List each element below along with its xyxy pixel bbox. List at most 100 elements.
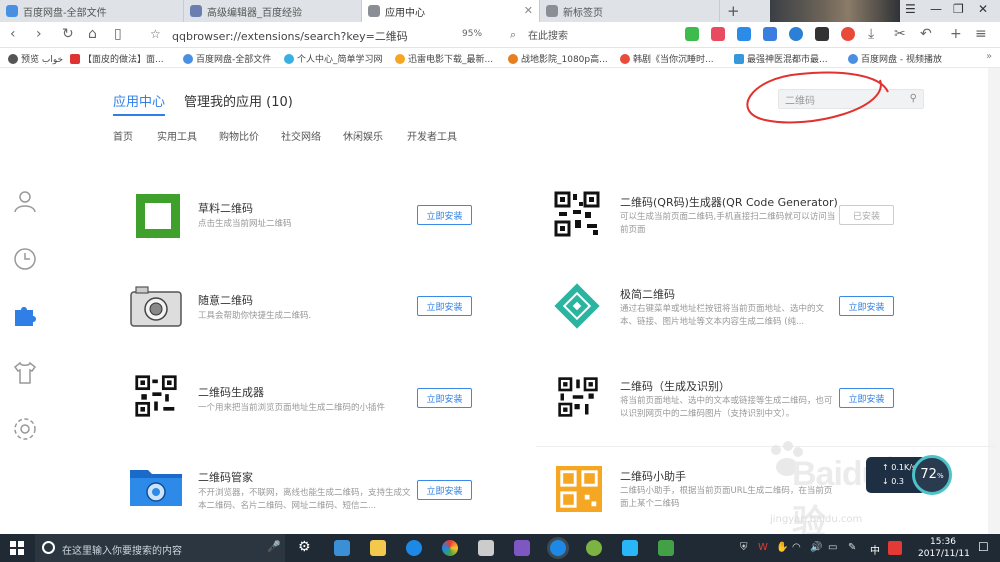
pentagon-app-icon[interactable]	[514, 540, 530, 556]
installed-button[interactable]: 已安装	[839, 205, 894, 225]
feather-extension-icon[interactable]	[763, 27, 777, 41]
tab-editor[interactable]: 高级编辑器_百度经验	[184, 0, 362, 22]
qq-browser-taskbar-icon[interactable]	[550, 540, 566, 556]
network-speed-widget[interactable]: ↑ 0.1K/s ↓ 0.3 72%	[866, 455, 952, 495]
bookmark-item[interactable]: 百度网盘-全部文件	[183, 52, 271, 65]
robot-extension-icon[interactable]	[711, 27, 725, 41]
bookmark-item[interactable]: 百度网盘 - 视频播放	[848, 52, 942, 65]
edge-icon[interactable]	[406, 540, 422, 556]
extension-puzzle-icon[interactable]	[12, 302, 38, 328]
tray-app-icon[interactable]: W	[758, 542, 768, 553]
star-icon[interactable]: ☆	[150, 27, 161, 41]
install-button[interactable]: 立即安装	[417, 388, 472, 408]
settings-gear-icon[interactable]	[12, 416, 38, 442]
bookmark-item[interactable]: 韩剧《当你沉睡时...	[620, 52, 714, 65]
install-button[interactable]: 立即安装	[839, 388, 894, 408]
new-tab-icon[interactable]: +	[727, 2, 740, 20]
tray-app-icon[interactable]: ✋	[776, 542, 788, 553]
desktop-app-icon[interactable]	[334, 540, 350, 556]
qq-browser-extension-icon[interactable]	[789, 27, 803, 41]
add-icon[interactable]: +	[950, 26, 962, 42]
address-input[interactable]: qqbrowser://extensions/search?key=二维码	[172, 28, 408, 44]
install-button[interactable]: 立即安装	[839, 296, 894, 316]
bookmark-item[interactable]: 预览 خواب	[8, 52, 63, 65]
close-window-icon[interactable]: ✕	[978, 2, 988, 16]
scissors-icon[interactable]: ✂	[894, 26, 906, 42]
taskbar-search[interactable]: 在这里输入你要搜索的内容 🎤	[35, 534, 285, 562]
more-bookmarks-icon[interactable]: »	[986, 51, 992, 62]
category-social[interactable]: 社交网络	[281, 128, 321, 143]
install-button[interactable]: 立即安装	[417, 480, 472, 500]
minimize-icon[interactable]: —	[930, 2, 942, 16]
app-title[interactable]: 二维码(QR码)生成器(QR Code Generator)	[620, 194, 838, 210]
qr-extension-icon[interactable]	[815, 27, 829, 41]
install-button[interactable]: 立即安装	[417, 296, 472, 316]
tab-app-center[interactable]: 应用中心 ✕	[362, 0, 540, 22]
wechat-extension-icon[interactable]	[685, 27, 699, 41]
bookmark-item[interactable]: 迅雷电影下载_最新...	[395, 52, 493, 65]
close-tab-icon[interactable]: ✕	[524, 4, 533, 17]
green-app-icon[interactable]	[586, 540, 602, 556]
volume-icon[interactable]: 🔊	[810, 542, 822, 553]
category-developer[interactable]: 开发者工具	[407, 128, 457, 143]
notes-icon[interactable]	[370, 540, 386, 556]
weibo-extension-icon[interactable]	[841, 27, 855, 41]
user-icon[interactable]	[12, 188, 38, 214]
ime-indicator[interactable]: 中	[870, 542, 880, 557]
app-title[interactable]: 二维码生成器	[198, 384, 264, 400]
category-entertainment[interactable]: 休闲娱乐	[343, 128, 383, 143]
shield-icon[interactable]: ⛨	[740, 542, 748, 553]
home-icon[interactable]: ⌂	[88, 26, 97, 42]
forward-icon[interactable]: ›	[36, 26, 42, 42]
restore-icon[interactable]: ❐	[953, 2, 964, 16]
undo-icon[interactable]: ↶	[920, 26, 932, 42]
photos-icon[interactable]	[442, 540, 458, 556]
category-home[interactable]: 首页	[113, 128, 133, 143]
skin-shirt-icon[interactable]	[12, 360, 38, 386]
category-tools[interactable]: 实用工具	[157, 128, 197, 143]
pen-icon[interactable]: ✎	[848, 542, 856, 553]
blue-app-icon[interactable]	[622, 540, 638, 556]
search-engine-icon[interactable]: ⌕	[510, 28, 516, 42]
wifi-icon[interactable]: ◠	[792, 542, 801, 553]
refresh-icon[interactable]: ↻	[62, 26, 74, 42]
reading-mode-icon[interactable]: ▯	[114, 26, 122, 42]
tab-new[interactable]: 新标签页	[540, 0, 720, 22]
install-button[interactable]: 立即安装	[417, 205, 472, 225]
scrollbar[interactable]	[988, 68, 1000, 534]
gear-icon[interactable]: ⚙	[298, 539, 314, 555]
battery-icon[interactable]: ▭	[828, 542, 837, 553]
avatar-icon	[8, 53, 18, 64]
app-title[interactable]: 二维码管家	[198, 469, 253, 485]
microphone-icon[interactable]: 🎤	[267, 540, 281, 553]
bookmark-item[interactable]: 【面皮的做法】面...	[70, 52, 164, 65]
menu-icon[interactable]: ☰	[905, 2, 916, 16]
app-title[interactable]: 草料二维码	[198, 200, 253, 216]
bookmark-item[interactable]: 战地影院_1080p高...	[508, 52, 608, 65]
iqiyi-icon[interactable]	[658, 540, 674, 556]
action-center-icon[interactable]: ☐	[978, 540, 989, 554]
search-icon[interactable]: ⚲	[910, 93, 917, 104]
bookmark-item[interactable]: 最强神医混都市最...	[734, 52, 828, 65]
back-icon[interactable]: ‹	[10, 26, 16, 42]
play-extension-icon[interactable]	[737, 27, 751, 41]
app-title[interactable]: 随意二维码	[198, 292, 253, 308]
windows-start-icon[interactable]	[10, 541, 24, 555]
app-title[interactable]: 二维码（生成及识别）	[620, 378, 730, 394]
taskbar-clock[interactable]: 15:36 2017/11/11	[918, 536, 970, 560]
window-app-icon[interactable]	[478, 540, 494, 556]
search-input[interactable]: 在此搜索	[528, 27, 678, 42]
bookmark-item[interactable]: 个人中心_简单学习网	[284, 52, 383, 65]
tab-app-center-main[interactable]: 应用中心	[113, 91, 165, 110]
app-title[interactable]: 极简二维码	[620, 286, 675, 302]
menu-icon[interactable]: ≡	[975, 26, 987, 42]
zoom-level[interactable]: 95%	[462, 29, 482, 39]
history-clock-icon[interactable]	[12, 246, 38, 272]
tab-manage-apps[interactable]: 管理我的应用 (10)	[184, 91, 293, 110]
category-shopping[interactable]: 购物比价	[219, 128, 259, 143]
tab-baidu-pan[interactable]: 百度网盘-全部文件	[0, 0, 184, 22]
sogou-ime-icon[interactable]	[888, 541, 902, 555]
site-icon	[284, 53, 294, 64]
download-icon[interactable]: ⤓	[868, 26, 874, 42]
app-title[interactable]: 二维码小助手	[620, 468, 686, 484]
